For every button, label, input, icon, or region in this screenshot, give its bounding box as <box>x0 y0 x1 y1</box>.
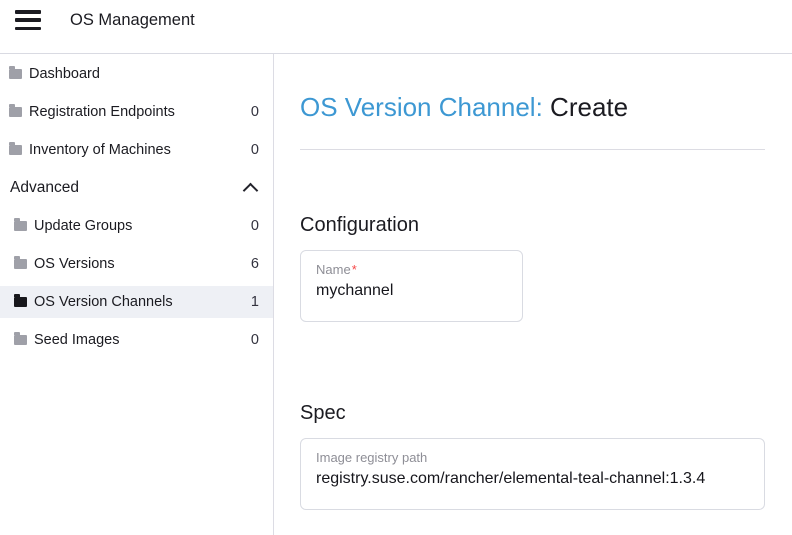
name-input[interactable] <box>316 282 507 300</box>
spec-heading: Spec <box>300 400 765 426</box>
hamburger-bar <box>15 18 41 22</box>
folder-icon <box>14 335 27 345</box>
app-window: OS Management Dashboard Registration End… <box>0 0 792 535</box>
title-divider <box>300 149 765 150</box>
sidebar-item-label: Update Groups <box>34 218 132 234</box>
sidebar-item-count: 6 <box>251 256 259 272</box>
sidebar-item-os-versions[interactable]: OS Versions 6 <box>0 248 273 280</box>
sidebar-item-label: Seed Images <box>34 332 119 348</box>
sidebar-item-inventory-of-machines[interactable]: Inventory of Machines 0 <box>0 134 273 166</box>
sidebar-item-count: 0 <box>251 332 259 348</box>
sidebar-item-label: Inventory of Machines <box>29 142 171 158</box>
page-title: OS Version Channel: Create <box>300 92 765 122</box>
folder-icon <box>14 297 27 307</box>
name-field-label: Name* <box>316 261 507 278</box>
content-row: Dashboard Registration Endpoints 0 Inven… <box>0 54 792 535</box>
sidebar-item-label: Registration Endpoints <box>29 104 175 120</box>
page-title-resource: OS Version Channel: <box>300 92 543 122</box>
sidebar-item-update-groups[interactable]: Update Groups 0 <box>0 210 273 242</box>
sidebar-item-registration-endpoints[interactable]: Registration Endpoints 0 <box>0 96 273 128</box>
name-label-text: Name <box>316 262 351 277</box>
sidebar-item-count: 0 <box>251 104 259 120</box>
hamburger-bar <box>15 10 41 14</box>
sidebar-item-dashboard[interactable]: Dashboard <box>0 58 273 90</box>
sidebar-item-label: OS Versions <box>34 256 115 272</box>
sidebar-group-label: Advanced <box>10 179 79 197</box>
chevron-up-icon <box>243 182 259 198</box>
sidebar-item-label: Dashboard <box>29 66 100 82</box>
configuration-heading: Configuration <box>300 212 765 238</box>
app-title: OS Management <box>70 11 195 30</box>
sidebar-item-seed-images[interactable]: Seed Images 0 <box>0 324 273 356</box>
folder-icon <box>9 145 22 155</box>
sidebar: Dashboard Registration Endpoints 0 Inven… <box>0 54 274 535</box>
image-registry-path-label: Image registry path <box>316 449 749 466</box>
folder-icon <box>14 221 27 231</box>
sidebar-item-count: 0 <box>251 218 259 234</box>
required-asterisk: * <box>352 262 357 277</box>
folder-icon <box>9 69 22 79</box>
image-registry-path-field[interactable]: Image registry path <box>300 438 765 510</box>
folder-icon <box>14 259 27 269</box>
main-panel: OS Version Channel: Create Configuration… <box>274 54 792 535</box>
sidebar-item-count: 1 <box>251 294 259 310</box>
folder-icon <box>9 107 22 117</box>
sidebar-item-label: OS Version Channels <box>34 294 173 310</box>
page-title-action: Create <box>550 92 628 122</box>
hamburger-bar <box>15 27 41 31</box>
hamburger-menu-icon[interactable] <box>15 10 41 30</box>
header: OS Management <box>0 0 792 54</box>
sidebar-item-os-version-channels[interactable]: OS Version Channels 1 <box>0 286 273 318</box>
name-field[interactable]: Name* <box>300 250 523 322</box>
sidebar-item-count: 0 <box>251 142 259 158</box>
sidebar-group-advanced[interactable]: Advanced <box>0 172 273 204</box>
image-registry-path-input[interactable] <box>316 470 749 488</box>
